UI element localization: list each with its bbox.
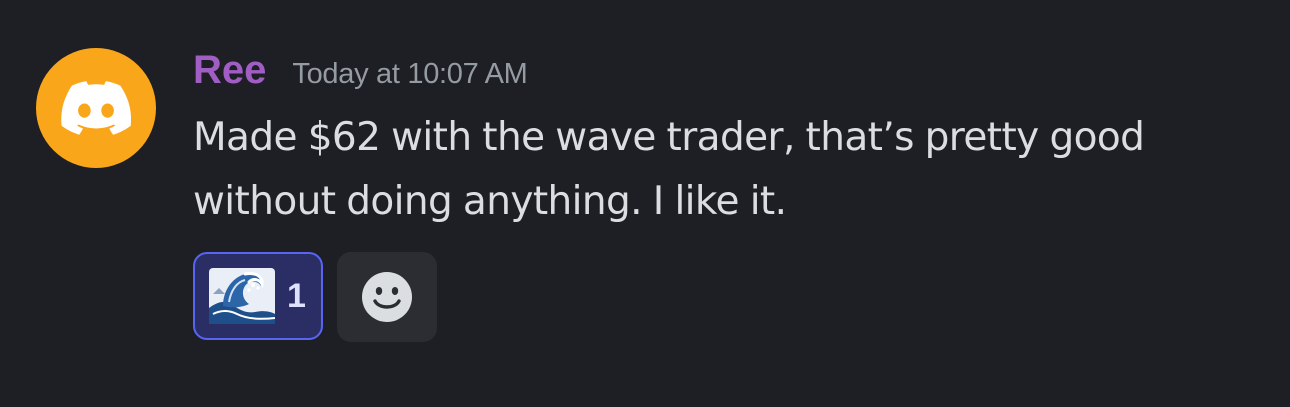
message-content: Made $62 with the wave trader, that’s pr… <box>193 115 1145 224</box>
chat-message: Ree Today at 10:07 AM Made $62 with the … <box>0 0 1290 407</box>
timestamp[interactable]: Today at 10:07 AM <box>292 58 527 91</box>
reaction-wave[interactable]: 1 <box>193 252 323 340</box>
avatar[interactable] <box>36 48 156 168</box>
discord-logo-icon <box>61 81 131 135</box>
wave-emoji-icon <box>209 268 275 324</box>
smiley-icon <box>362 272 412 322</box>
message-header: Ree Today at 10:07 AM <box>193 48 528 98</box>
username[interactable]: Ree <box>193 48 266 93</box>
add-reaction-button[interactable] <box>337 252 437 342</box>
reaction-count: 1 <box>287 276 306 315</box>
reactions-bar: 1 <box>193 252 437 342</box>
